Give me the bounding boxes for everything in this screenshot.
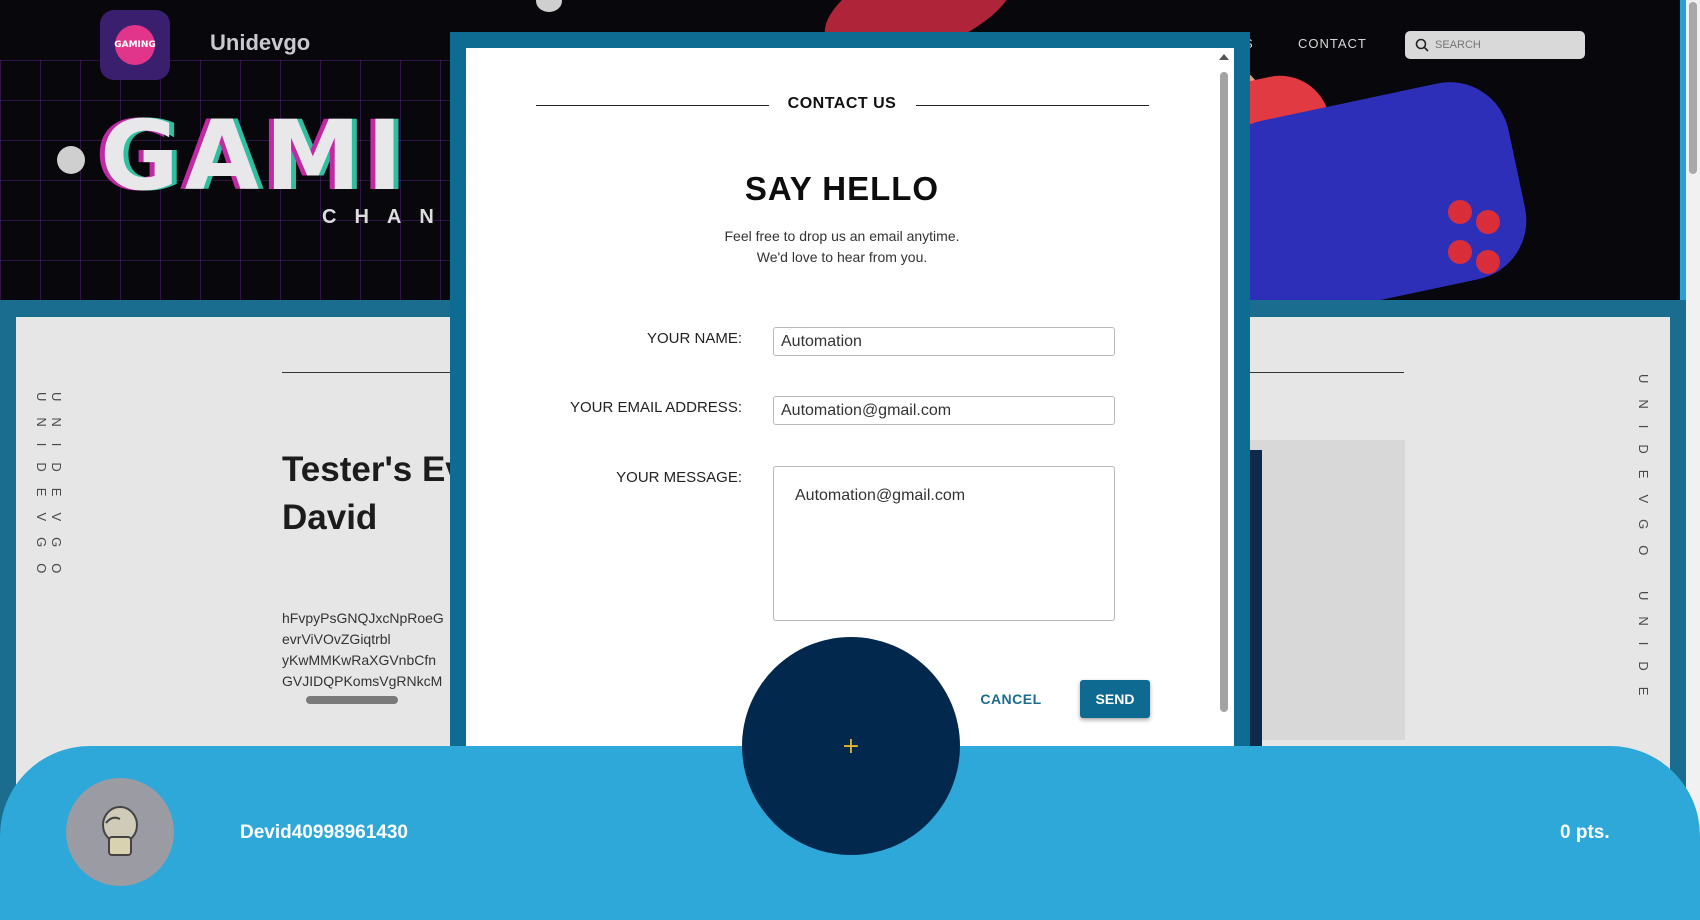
horizontal-scrollbar[interactable]	[306, 696, 398, 704]
modal-scrollbar-thumb[interactable]	[1220, 72, 1228, 712]
modal-subtitle: Feel free to drop us an email anytime. W…	[606, 226, 1078, 268]
page-scrollbar[interactable]	[1686, 0, 1700, 920]
post-title-line-1: Tester's Ev	[282, 450, 465, 489]
modal-scrollbar[interactable]	[1218, 52, 1230, 712]
logo-text: GAMING	[114, 25, 156, 65]
subtitle-line-2: We'd love to hear from you.	[756, 249, 928, 265]
header-rule-right	[916, 105, 1149, 106]
add-button[interactable]: +	[742, 637, 960, 855]
site-brand[interactable]: Unidevgo	[210, 30, 310, 56]
post-title: Tester's Ev David	[282, 446, 465, 542]
boxing-glove-icon	[102, 806, 138, 856]
search-icon	[1415, 38, 1429, 52]
hero-title: GAMI	[100, 100, 409, 212]
hero-dot	[57, 146, 85, 174]
post-body: hFvpyPsGNQJxcNpRoeG evrViVOvZGiqtrbl yKw…	[282, 608, 444, 692]
plus-icon: +	[841, 733, 861, 759]
post-title-line-2: David	[282, 498, 378, 537]
post-divider-right	[1250, 372, 1404, 373]
avatar[interactable]	[66, 778, 174, 886]
scroll-up-icon[interactable]	[1219, 54, 1229, 60]
modal-header: CONTACT US	[787, 95, 897, 112]
post-line: GVJIDQPKomsVgRNkcM	[282, 673, 443, 689]
search-box[interactable]	[1405, 31, 1585, 59]
send-button[interactable]: SEND	[1080, 680, 1150, 718]
post-line: evrViVOvZGiqtrbl	[282, 631, 391, 647]
post-image-placeholder	[1250, 440, 1405, 740]
page-scrollbar-thumb[interactable]	[1689, 2, 1697, 174]
message-field[interactable]: Automation@gmail.com	[773, 466, 1115, 621]
hero-dot	[536, 0, 562, 12]
nav-contact[interactable]: CONTACT	[1298, 36, 1367, 51]
post-line: hFvpyPsGNQJxcNpRoeG	[282, 610, 444, 626]
name-field[interactable]	[773, 327, 1115, 356]
points-display: 0 pts.	[1560, 822, 1610, 843]
subtitle-line-1: Feel free to drop us an email anytime.	[724, 228, 960, 244]
modal-heading: SAY HELLO	[744, 170, 940, 207]
email-field[interactable]	[773, 396, 1115, 425]
cancel-button[interactable]: CANCEL	[968, 684, 1054, 714]
side-text-right: UNIDEVGO UNIDE	[1636, 374, 1651, 712]
header-rule-left	[536, 105, 769, 106]
search-input[interactable]	[1435, 39, 1575, 51]
site-logo[interactable]: GAMING	[100, 10, 170, 80]
username: Devid40998961430	[240, 822, 408, 843]
side-text-left: UNIDEVGO UNIDEVGO	[34, 392, 64, 590]
post-divider-left	[282, 372, 452, 373]
name-label: YOUR NAME:	[646, 330, 742, 347]
post-line: yKwMMKwRaXGVnbCfn	[282, 652, 437, 668]
email-label: YOUR EMAIL ADDRESS:	[570, 399, 742, 416]
message-label: YOUR MESSAGE:	[616, 469, 742, 486]
